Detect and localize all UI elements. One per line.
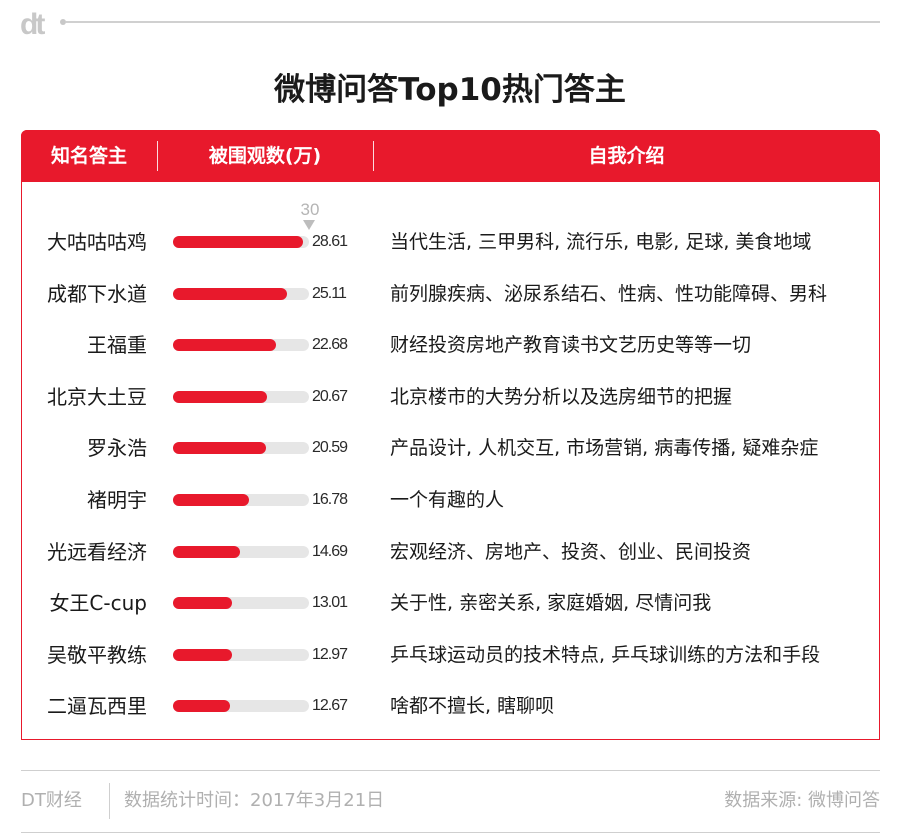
bar-track (173, 546, 309, 558)
bar-value-label: 25.11 (312, 285, 347, 302)
bar-value-label: 20.67 (312, 388, 348, 405)
table-row: 王福重 22.68 财经投资房地产教育读书文艺历史等等一切 (22, 325, 879, 365)
answerer-name: 北京大土豆 (47, 385, 147, 409)
answerer-name: 王福重 (87, 333, 147, 357)
bar-track (173, 700, 309, 712)
footer-source: 数据来源: 微博问答 (724, 790, 880, 811)
bar (173, 391, 267, 403)
table-row: 大咕咕咕鸡 28.61 当代生活, 三甲男科, 流行乐, 电影, 足球, 美食地域 (22, 222, 879, 262)
column-header-name: 知名答主 (50, 145, 127, 167)
bar (173, 700, 231, 712)
bar (173, 649, 232, 661)
answerer-name: 褚明宇 (87, 488, 147, 512)
self-introduction: 啥都不擅长, 瞎聊呗 (390, 695, 555, 717)
table-row: 光远看经济 14.69 宏观经济、房地产、投资、创业、民间投资 (22, 532, 879, 572)
table-row: 二逼瓦西里 12.67 啥都不擅长, 瞎聊呗 (22, 686, 879, 726)
bar-value-label: 13.01 (312, 594, 348, 611)
bar-value-label: 14.69 (312, 543, 348, 560)
answerer-name: 二逼瓦西里 (47, 694, 147, 718)
bar-value-label: 12.97 (312, 646, 348, 663)
table-row: 褚明宇 16.78 一个有趣的人 (22, 480, 879, 520)
answerer-name: 成都下水道 (47, 282, 147, 306)
answerer-name: 大咕咕咕鸡 (47, 230, 147, 254)
bar (173, 236, 303, 248)
column-header-views: 被围观数(万) (208, 145, 322, 167)
bar-track (173, 391, 309, 403)
bar-value-label: 20.59 (312, 439, 348, 456)
answerer-name: 女王C-cup (49, 591, 147, 615)
bar-track (173, 597, 309, 609)
bar-value-label: 12.67 (312, 697, 348, 714)
table-row: 女王C-cup 13.01 关于性, 亲密关系, 家庭婚姻, 尽情问我 (22, 583, 879, 623)
bar (173, 339, 276, 351)
table-row: 吴敬平教练 12.97 乒乓球运动员的技术特点, 乒乓球训练的方法和手段 (22, 635, 879, 675)
column-header-intro: 自我介绍 (588, 145, 665, 167)
top-divider (66, 21, 880, 23)
bar-value-label: 22.68 (312, 336, 348, 353)
bar-track (173, 494, 309, 506)
bar (173, 546, 240, 558)
footer-bottom-divider (21, 832, 880, 833)
self-introduction: 当代生活, 三甲男科, 流行乐, 电影, 足球, 美食地域 (390, 231, 812, 253)
self-introduction: 乒乓球运动员的技术特点, 乒乓球训练的方法和手段 (390, 644, 821, 666)
bar-track (173, 288, 309, 300)
footer-top-divider (21, 770, 880, 771)
self-introduction: 产品设计, 人机交互, 市场营销, 病毒传播, 疑难杂症 (390, 437, 819, 459)
table-header: 知名答主 被围观数(万) 自我介绍 (21, 130, 880, 182)
bar-track (173, 442, 309, 454)
self-introduction: 关于性, 亲密关系, 家庭婚姻, 尽情问我 (390, 592, 712, 614)
self-introduction: 北京楼市的大势分析以及选房细节的把握 (390, 386, 733, 408)
dt-logo: dt (20, 8, 45, 41)
footer-brand: DT财经 (21, 790, 82, 811)
table-row: 北京大土豆 20.67 北京楼市的大势分析以及选房细节的把握 (22, 377, 879, 417)
answerer-name: 罗永浩 (87, 436, 147, 460)
footer-date: 数据统计时间：2017年3月21日 (124, 790, 385, 811)
answerer-name: 光远看经济 (47, 540, 147, 564)
bar-value-label: 16.78 (312, 491, 348, 508)
table-row: 罗永浩 20.59 产品设计, 人机交互, 市场营销, 病毒传播, 疑难杂症 (22, 428, 879, 468)
page-title: 微博问答Top10热门答主 (274, 72, 626, 108)
answerer-name: 吴敬平教练 (47, 643, 147, 667)
self-introduction: 前列腺疾病、泌尿系结石、性病、性功能障碍、男科 (390, 283, 828, 305)
bar (173, 442, 267, 454)
bar (173, 494, 250, 506)
bar-track (173, 339, 309, 351)
bar-value-label: 28.61 (312, 233, 348, 250)
bar (173, 597, 232, 609)
table-row: 成都下水道 25.11 前列腺疾病、泌尿系结石、性病、性功能障碍、男科 (22, 274, 879, 314)
bar (173, 288, 287, 300)
self-introduction: 宏观经济、房地产、投资、创业、民间投资 (390, 541, 752, 563)
footer-divider (109, 783, 110, 819)
axis-max-tick-label: 30 (300, 200, 320, 219)
bar-track (173, 236, 309, 248)
self-introduction: 财经投资房地产教育读书文艺历史等等一切 (390, 334, 752, 356)
self-introduction: 一个有趣的人 (390, 489, 505, 511)
bar-track (173, 649, 309, 661)
